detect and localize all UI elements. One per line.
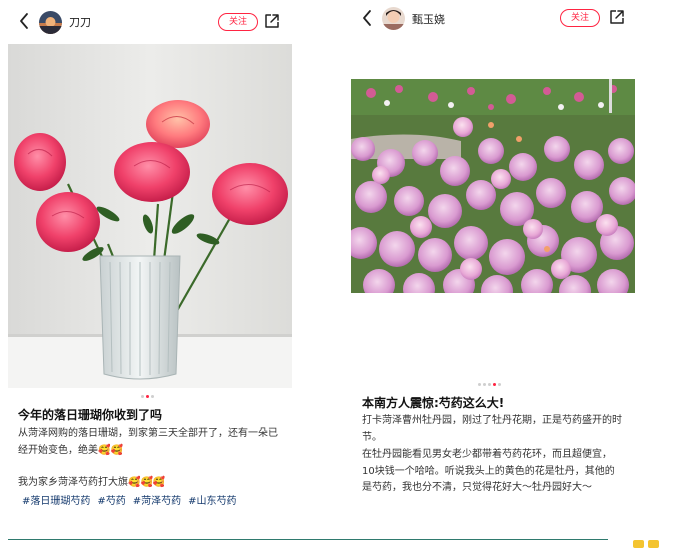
username[interactable]: 甄玉娆	[412, 11, 445, 27]
carousel-dot-active	[493, 383, 496, 386]
post-title: 本南方人震惊:芍药这么大!	[362, 396, 505, 410]
username[interactable]: 刀刀	[69, 14, 91, 30]
post-body: 在牡丹园能看见男女老少都带着芍药花环，而且超便宜，10块钱一个哈哈。听说我头上的…	[362, 449, 615, 493]
back-arrow-icon[interactable]	[361, 8, 373, 28]
post-body: 从菏泽网购的落日珊瑚，到家第三天全部开了，还有一朵已经开始变色，绝美🥰🥰	[18, 428, 278, 456]
post-image-peony-garden[interactable]	[351, 79, 635, 293]
post-image-peony-vase[interactable]	[8, 44, 292, 388]
carousel-dot	[498, 383, 501, 386]
carousel-dot	[478, 383, 481, 386]
carousel-dot	[141, 395, 144, 398]
carousel-dot	[151, 395, 154, 398]
hashtag-list: #落日珊瑚芍药 #芍药 #菏泽芍药 #山东芍药	[22, 494, 290, 511]
divider	[8, 539, 608, 540]
share-icon[interactable]	[609, 9, 625, 25]
post-title: 今年的落日珊瑚你收到了吗	[18, 408, 163, 422]
follow-button[interactable]: 关注	[218, 13, 258, 31]
carousel-dot-active	[146, 395, 149, 398]
avatar[interactable]	[382, 7, 405, 30]
sticker-icon	[633, 540, 659, 548]
hashtag-link[interactable]: #芍药	[97, 496, 125, 507]
note-card-left: 刀刀 关注 今年的落日珊瑚你收到了吗 从菏泽网购的落日珊瑚，到家第三天全部开了，…	[0, 0, 300, 535]
avatar[interactable]	[39, 11, 62, 34]
carousel-dot	[488, 383, 491, 386]
share-icon[interactable]	[264, 13, 280, 29]
post-promo: 我为家乡菏泽芍药打大旗🥰🥰🥰	[18, 477, 166, 488]
note-card-right: 甄玉娆 关注 本南方人震惊:芍药这么大! 打卡菏泽曹州牡丹园，刚过了牡丹花期，正…	[344, 0, 689, 535]
back-arrow-icon[interactable]	[18, 11, 30, 31]
follow-button[interactable]: 关注	[560, 9, 600, 27]
hashtag-link[interactable]: #落日珊瑚芍药	[22, 496, 90, 507]
hashtag-link[interactable]: #山东芍药	[188, 496, 236, 507]
carousel-dot	[483, 383, 486, 386]
hashtag-link[interactable]: #菏泽芍药	[133, 496, 181, 507]
note-header: 甄玉娆 关注	[344, 0, 689, 44]
post-body: 打卡菏泽曹州牡丹园，刚过了牡丹花期，正是芍药盛开的时节。	[362, 415, 622, 443]
note-header: 刀刀 关注	[0, 0, 300, 44]
